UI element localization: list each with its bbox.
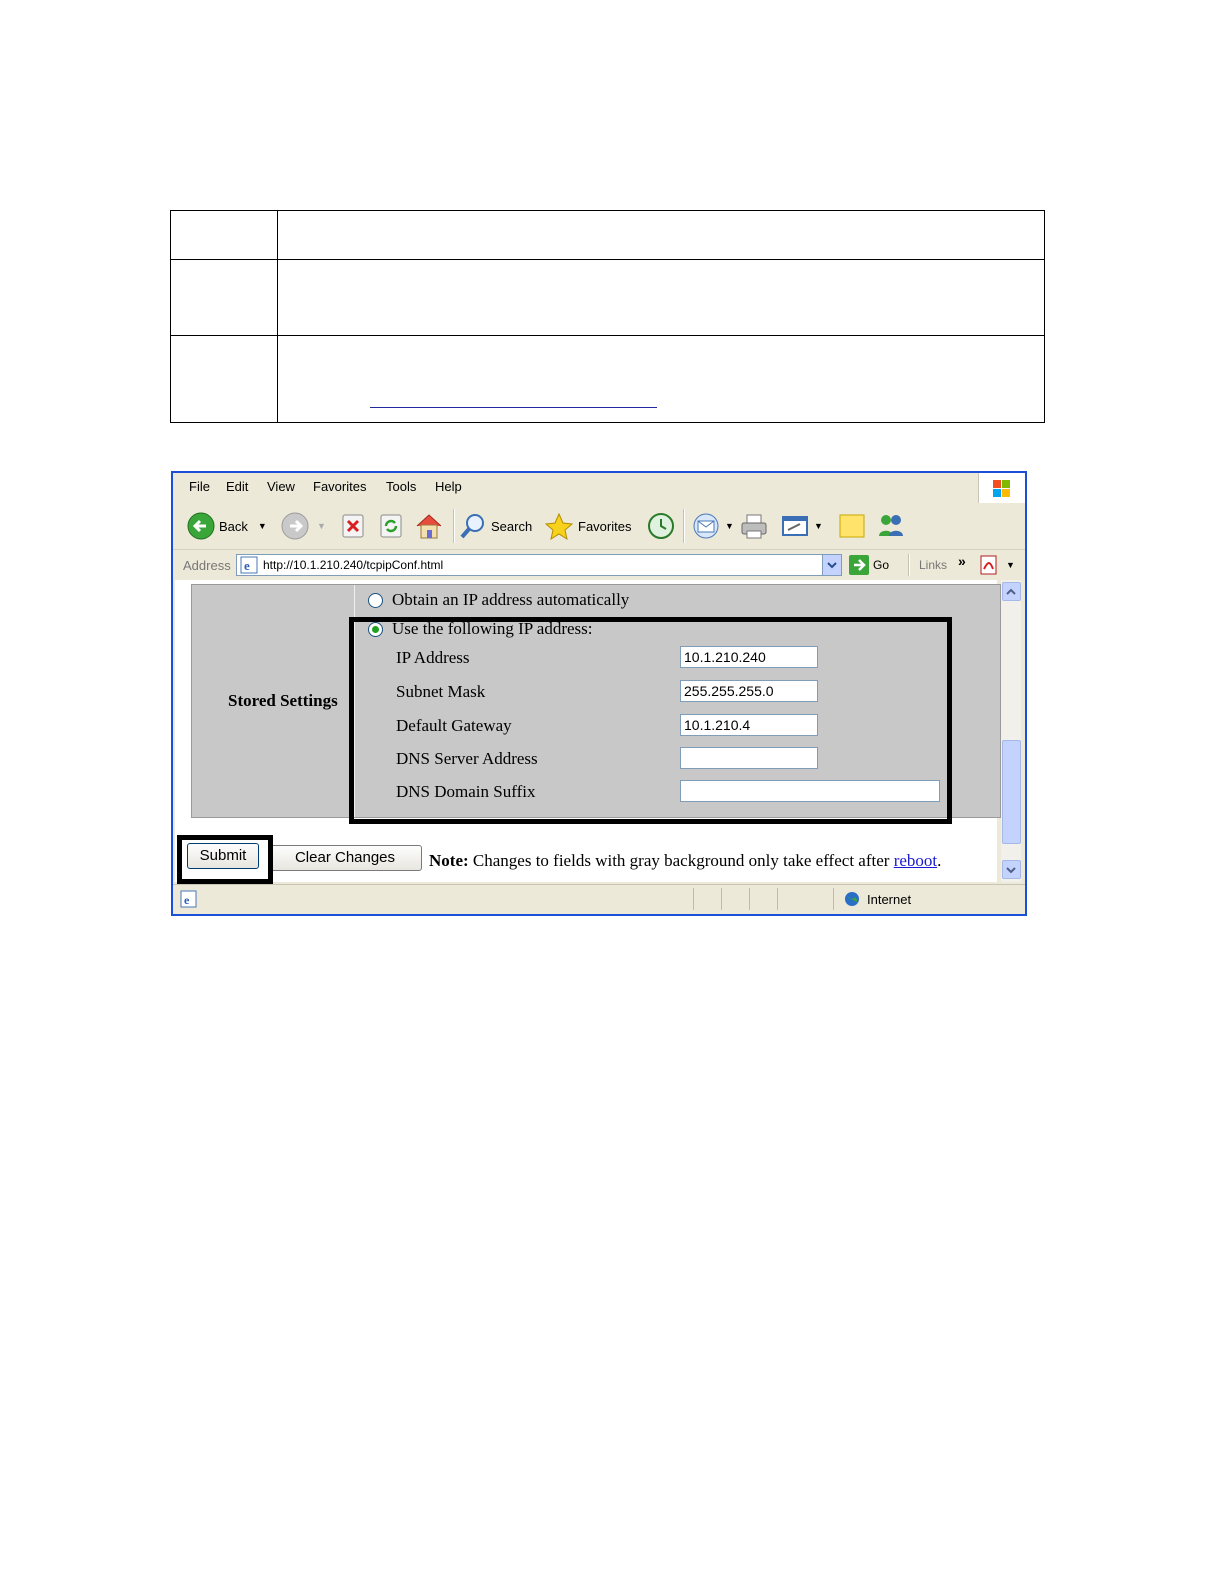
double-chevron-icon[interactable]: » [958,553,966,569]
status-bar: e Internet [173,884,1025,913]
document-table [170,209,1045,424]
table-cell [277,334,1045,424]
menu-favorites[interactable]: Favorites [313,479,366,494]
menu-view[interactable]: View [267,479,295,494]
svg-text:e: e [184,893,190,907]
forward-arrow-icon [281,512,309,540]
page-done-icon: e [180,890,197,908]
url-text: http://10.1.210.240/tcpipConf.html [263,558,444,572]
home-button[interactable] [414,511,444,541]
chevron-up-icon [1006,588,1016,595]
radio-obtain-automatically[interactable] [368,593,383,608]
search-icon [460,514,484,539]
submit-highlight-box [177,835,273,884]
scroll-up-button[interactable] [1002,582,1021,601]
note-label: Note: [429,851,469,870]
scroll-thumb[interactable] [1002,740,1021,844]
back-arrow-icon [187,512,215,540]
status-divider [777,888,778,910]
note-body: Changes to fields with gray background o… [468,851,894,870]
edit-button[interactable]: ▼ [780,512,823,540]
table-cell [170,259,278,336]
history-icon [648,513,674,539]
address-input[interactable]: e http://10.1.210.240/tcpipConf.html [236,554,842,576]
mail-icon [693,513,719,539]
refresh-button[interactable] [379,513,403,539]
go-label: Go [873,558,890,572]
table-cell [170,334,278,424]
vertical-scrollbar[interactable] [1001,580,1021,882]
svg-text:e: e [244,558,250,573]
status-divider [749,888,750,910]
address-bar: Address e http://10.1.210.240/tcpipConf.… [173,550,1025,580]
menu-file[interactable]: File [189,479,210,494]
toolbar: Back ▼ ▼ Search Favorites ▼ ▼ [173,503,1025,550]
print-button[interactable] [739,512,769,540]
messenger-icon [879,515,903,536]
go-arrow-icon [849,555,869,575]
search-button[interactable]: Search [459,512,532,540]
document-link-underline [370,407,657,408]
windows-logo-icon [978,473,1025,503]
favorites-button[interactable]: Favorites [544,512,631,540]
zone-label: Internet [867,892,912,907]
table-cell [277,209,1045,261]
chevron-down-icon[interactable]: ▼ [258,521,267,531]
ip-settings-highlight-box [349,617,952,824]
menu-tools[interactable]: Tools [386,479,416,494]
back-button[interactable]: Back ▼ [187,512,267,540]
links-label[interactable]: Links [919,558,947,572]
discuss-button[interactable] [837,512,867,540]
status-divider [693,888,694,910]
table-cell [170,209,278,261]
chevron-down-icon [1006,867,1016,874]
menu-bar: File Edit View Favorites Tools Help [173,473,1025,504]
status-divider [721,888,722,910]
toolbar-separator [683,509,685,543]
table-cell [277,259,1045,336]
edit-icon [782,516,808,536]
pdf-button[interactable]: ▼ [980,555,1015,575]
toolbar-separator [453,509,455,543]
pdf-icon [980,555,997,575]
chevron-down-icon [827,562,837,569]
clear-changes-button[interactable]: Clear Changes [268,845,422,871]
forward-button[interactable]: ▼ [281,512,326,540]
chevron-down-icon[interactable]: ▼ [814,521,823,531]
messenger-button[interactable] [876,512,906,540]
reboot-link[interactable]: reboot [894,851,937,870]
search-label: Search [491,518,533,534]
address-label: Address [183,558,231,573]
history-button[interactable] [646,512,676,540]
menu-help[interactable]: Help [435,479,462,494]
stop-icon [342,514,364,538]
back-label: Back [219,518,248,534]
status-divider [833,888,834,910]
go-button[interactable]: Go [849,555,889,575]
note-period: . [937,851,942,870]
radio-auto-label: Obtain an IP address automatically [392,590,630,609]
chevron-down-icon[interactable]: ▼ [1006,560,1015,570]
printer-icon [741,514,767,539]
note-text: Note: Changes to fields with gray backgr… [429,851,941,871]
menu-edit[interactable]: Edit [226,479,248,494]
home-icon [416,514,442,539]
globe-icon [845,892,859,906]
stored-settings-label: Stored Settings [228,691,338,710]
sticky-note-icon [839,514,865,538]
chevron-down-icon: ▼ [317,521,326,531]
mail-button[interactable]: ▼ [691,512,734,540]
stop-button[interactable] [341,513,365,539]
favorites-label: Favorites [578,518,632,534]
toolbar-separator [908,554,910,576]
chevron-down-icon[interactable]: ▼ [725,521,734,531]
refresh-icon [380,514,402,538]
ie-page-icon: e [240,556,258,574]
scroll-down-button[interactable] [1002,860,1021,879]
settings-label-cell: Stored Settings [192,585,355,817]
address-dropdown-button[interactable] [822,555,841,575]
star-icon [544,512,574,540]
